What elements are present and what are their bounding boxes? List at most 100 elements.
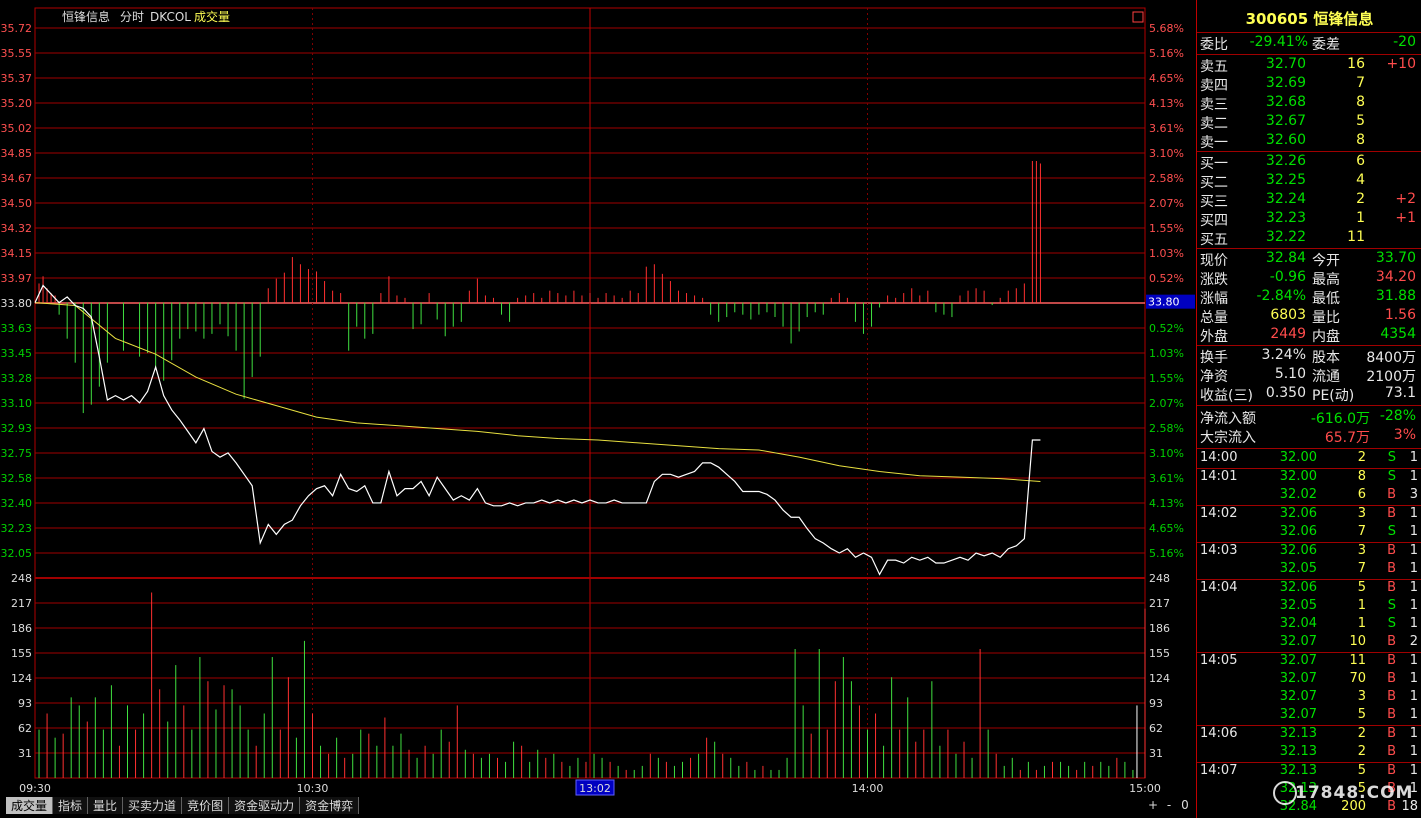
tick-price: 32.07 bbox=[1279, 707, 1317, 722]
price-tick-label: 34.85 bbox=[1, 147, 33, 160]
stat-value: 2449 bbox=[1270, 326, 1306, 342]
tick-count: 1 bbox=[1409, 450, 1418, 465]
ask-volume: 16 bbox=[1347, 56, 1365, 72]
quote-row: 买四 32.23 1 +1 bbox=[1200, 210, 1420, 229]
price-tick-label: 33.28 bbox=[1, 372, 33, 385]
stat-label: 收益(三) bbox=[1200, 388, 1253, 404]
price-tick-label: 33.45 bbox=[1, 347, 33, 360]
tick-volume: 6 bbox=[1357, 487, 1366, 502]
tick-side: S bbox=[1387, 524, 1396, 539]
quote-row: 卖四 32.69 7 bbox=[1200, 75, 1420, 94]
time-tick-label: 10:30 bbox=[297, 782, 329, 795]
quote-row: 净流入额 -616.0万 -28% bbox=[1200, 408, 1420, 427]
price-line bbox=[34, 284, 1041, 576]
tick-volume: 2 bbox=[1357, 450, 1366, 465]
tick-side: B bbox=[1387, 689, 1396, 704]
tick-volume: 2 bbox=[1357, 744, 1366, 759]
stat-label: 涨跌 bbox=[1200, 272, 1228, 288]
chart-stock-name: 恒锋信息 bbox=[62, 9, 110, 24]
stat-label: 总量 bbox=[1200, 310, 1228, 326]
tab-0[interactable]: 成交量 bbox=[6, 797, 54, 814]
quote-row: 收益(三) 0.350 PE(动) 73.1 bbox=[1200, 385, 1420, 404]
ask-level-label: 卖一 bbox=[1200, 135, 1228, 151]
tick-price: 32.06 bbox=[1279, 524, 1317, 539]
tick-volume: 5 bbox=[1357, 707, 1366, 722]
panel-divider bbox=[1197, 54, 1421, 55]
price-tick-label: 33.63 bbox=[1, 322, 33, 335]
volume-tick-label: 155 bbox=[11, 647, 32, 660]
price-tick-label: 35.37 bbox=[1, 72, 33, 85]
tab-3[interactable]: 买卖力道 bbox=[123, 797, 183, 814]
panel-divider bbox=[1197, 151, 1421, 152]
weicha-label: 委差 bbox=[1312, 37, 1340, 53]
stat-value: -2.84% bbox=[1256, 288, 1306, 304]
quote-row: 总量 6803 量比 1.56 bbox=[1200, 307, 1420, 326]
tick-count: 1 bbox=[1409, 543, 1418, 558]
zoom-button[interactable]: 0 bbox=[1177, 797, 1193, 813]
volume-tick-label: 31 bbox=[18, 747, 32, 760]
price-tick-label: 35.72 bbox=[1, 22, 33, 35]
ask-price: 32.67 bbox=[1265, 113, 1306, 129]
stat-label: PE(动) bbox=[1312, 388, 1355, 404]
bid-level-label: 买五 bbox=[1200, 232, 1228, 248]
bid-price: 32.25 bbox=[1265, 172, 1306, 188]
tab-6[interactable]: 资金博弈 bbox=[300, 797, 360, 814]
stat-value: -0.96 bbox=[1269, 269, 1306, 285]
intraday-chart[interactable]: 35.72 5.68% 35.55 5.16% 35.37 4.65% 35.20 4.13%… bbox=[0, 0, 1195, 818]
ask-level-label: 卖三 bbox=[1200, 97, 1228, 113]
price-tick-label: 33.97 bbox=[1, 272, 33, 285]
tick-side: S bbox=[1387, 598, 1396, 613]
zoom-button[interactable]: + bbox=[1145, 797, 1161, 813]
zoom-button[interactable]: - bbox=[1161, 797, 1177, 813]
tick-side: B bbox=[1387, 763, 1396, 778]
tick-count: 1 bbox=[1409, 726, 1418, 741]
ask-change: +10 bbox=[1386, 56, 1416, 72]
quote-row: 32.06 7 S 1 bbox=[1200, 524, 1420, 543]
bid-level-label: 买三 bbox=[1200, 194, 1228, 210]
pct-tick-label: 4.13% bbox=[1149, 497, 1184, 510]
tick-time: 14:03 bbox=[1200, 543, 1238, 558]
watermark: 17848.COM bbox=[1295, 783, 1414, 803]
tick-volume: 7 bbox=[1357, 561, 1366, 576]
bid-change: +1 bbox=[1395, 210, 1416, 226]
pct-tick-label: 2.58% bbox=[1149, 422, 1184, 435]
stat-label: 净资 bbox=[1200, 369, 1228, 385]
tab-5[interactable]: 资金驱动力 bbox=[229, 797, 301, 814]
tab-1[interactable]: 指标 bbox=[53, 797, 89, 814]
quote-row: 14:03 32.06 3 B 1 bbox=[1200, 543, 1420, 562]
quote-row: 卖三 32.68 8 bbox=[1200, 94, 1420, 113]
tick-price: 32.07 bbox=[1279, 689, 1317, 704]
indicator-tabs: 成交量 指标 量比 买卖力道 竞价图 资金驱动力 资金博弈 bbox=[6, 797, 360, 814]
tick-side: B bbox=[1387, 580, 1396, 595]
tick-count: 1 bbox=[1409, 671, 1418, 686]
tick-price: 32.06 bbox=[1279, 506, 1317, 521]
tick-volume: 7 bbox=[1357, 524, 1366, 539]
volume-tick-label-right: 93 bbox=[1149, 697, 1163, 710]
tab-2[interactable]: 量比 bbox=[88, 797, 124, 814]
tick-count: 1 bbox=[1409, 616, 1418, 631]
tick-time: 14:01 bbox=[1200, 469, 1238, 484]
tick-price: 32.06 bbox=[1279, 543, 1317, 558]
pct-tick-label: 3.61% bbox=[1149, 472, 1184, 485]
quote-row: 买一 32.26 6 bbox=[1200, 153, 1420, 172]
stat-value: 6803 bbox=[1270, 307, 1306, 323]
tick-count: 1 bbox=[1409, 561, 1418, 576]
panel-divider bbox=[1197, 248, 1421, 249]
weicha-value: -20 bbox=[1393, 34, 1416, 50]
stat-label: 今开 bbox=[1312, 253, 1340, 269]
stat-value: 33.70 bbox=[1375, 250, 1416, 266]
stat-value: 32.84 bbox=[1265, 250, 1306, 266]
tick-volume: 1 bbox=[1357, 616, 1366, 631]
volume-tick-label-right: 186 bbox=[1149, 622, 1170, 635]
pct-tick-label: 0.52% bbox=[1149, 272, 1184, 285]
tab-4[interactable]: 竞价图 bbox=[182, 797, 230, 814]
price-tick-label: 35.20 bbox=[1, 97, 33, 110]
tick-count: 2 bbox=[1409, 634, 1418, 649]
bid-price: 32.24 bbox=[1265, 191, 1306, 207]
quote-row: 14:02 32.06 3 B 1 bbox=[1200, 506, 1420, 525]
stat-value: 4354 bbox=[1380, 326, 1416, 342]
panel-divider bbox=[1197, 405, 1421, 406]
bid-level-label: 买一 bbox=[1200, 156, 1228, 172]
stat-label: 外盘 bbox=[1200, 329, 1228, 345]
tick-count: 1 bbox=[1409, 580, 1418, 595]
